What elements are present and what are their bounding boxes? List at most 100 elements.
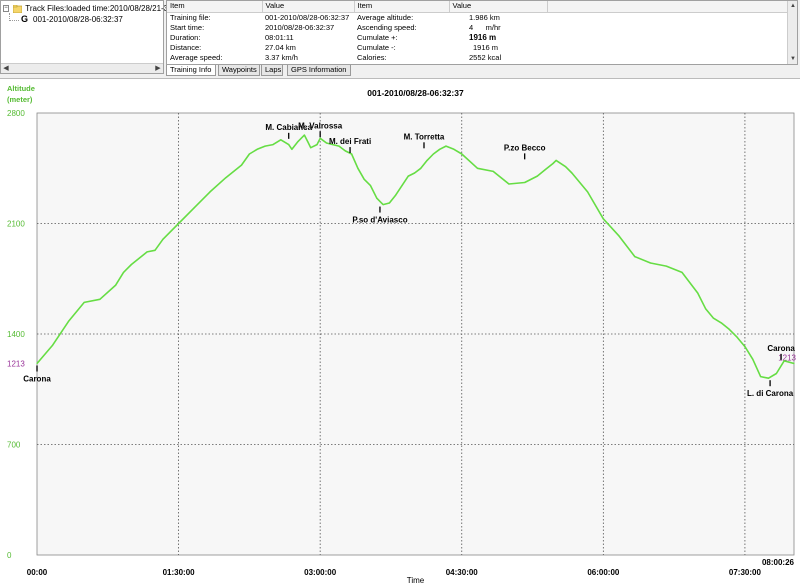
value-cell: 001-2010/08/28-06:32:37 <box>265 12 350 22</box>
x-tick-label: 07:30:00 <box>729 568 762 577</box>
app-window: − Track Files:loaded time:2010/08/28/21-… <box>0 0 800 585</box>
altitude-point <box>555 159 557 161</box>
item-cell: Calories: <box>357 52 387 62</box>
altitude-point <box>767 377 770 379</box>
track-files-tree[interactable]: − Track Files:loaded time:2010/08/28/21-… <box>0 0 173 74</box>
track-icon: G <box>21 14 29 25</box>
scroll-down-icon[interactable]: ▼ <box>788 54 797 64</box>
table-row: Training file: 001-2010/08/28-06:32:37 A… <box>167 12 787 23</box>
altitude-point <box>225 177 227 179</box>
altitude-point <box>115 284 117 286</box>
x-tick-label: 03:00:00 <box>304 568 337 577</box>
waypoint-label: M. Valrossa <box>298 121 343 130</box>
altitude-point <box>728 328 730 330</box>
table-row: Distance: 27.04 km Cumulate -: 1916 m <box>167 43 787 53</box>
altitude-point <box>736 336 738 338</box>
tree-child-label: 001-2010/08/28-06:32:37 <box>33 15 123 24</box>
tab-waypoints[interactable]: Waypoints <box>218 65 260 76</box>
altitude-point <box>552 162 554 165</box>
altitude-point <box>382 203 384 206</box>
scroll-right-icon[interactable]: ▶ <box>153 64 163 74</box>
altitude-point <box>704 308 707 310</box>
altitude-point <box>154 249 156 251</box>
item-cell: Distance: <box>170 42 202 52</box>
altitude-point <box>344 150 346 152</box>
tree-horizontal-scrollbar[interactable]: ◀ ▶ <box>1 63 163 73</box>
altitude-point <box>67 320 70 322</box>
waypoint-label: L. di Carona <box>747 389 794 398</box>
table-row: Start time: 2010/08/28-06:32:37 Ascendin… <box>167 23 787 33</box>
altitude-point <box>564 166 567 168</box>
collapse-toggle-icon[interactable]: − <box>3 5 9 13</box>
altitude-point <box>439 148 441 150</box>
waypoint-label: M. Torretta <box>404 132 445 141</box>
start-value-label: 1213 <box>7 360 25 369</box>
altitude-point <box>240 164 243 166</box>
tree-child-item[interactable]: G 001-2010/08/28-06:32:37 <box>21 14 123 25</box>
altitude-point <box>256 148 258 150</box>
tab-gps-information[interactable]: GPS Information <box>287 65 351 76</box>
altitude-point <box>720 322 722 324</box>
altitude-point <box>775 372 777 375</box>
altitude-point <box>744 346 746 348</box>
altitude-point <box>303 134 306 136</box>
altitude-point <box>445 145 447 147</box>
altitude-point <box>319 137 321 139</box>
altitude-point <box>401 185 403 187</box>
altitude-point <box>193 207 195 209</box>
item-cell: Average altitude: <box>357 12 414 22</box>
tree-root-item[interactable]: − Track Files:loaded time:2010/08/28/21-… <box>3 3 173 14</box>
altitude-chart: 001-2010/08/28-06:32:37 Altitude (meter) Ti… <box>7 84 797 585</box>
waypoint-label: P.so d'Aviasco <box>352 216 407 225</box>
altitude-point <box>291 148 293 150</box>
item-cell: Start time: <box>170 22 205 32</box>
item-cell: Average speed: <box>170 52 223 62</box>
scroll-up-icon[interactable]: ▲ <box>788 1 797 11</box>
altitude-point <box>665 265 667 267</box>
value-cell: 3.37 km/h <box>265 52 298 62</box>
altitude-point <box>432 153 435 155</box>
altitude-point <box>122 271 125 274</box>
altitude-point <box>130 263 132 266</box>
altitude-point <box>288 143 290 146</box>
tab-laps[interactable]: Laps <box>261 65 283 76</box>
altitude-point <box>681 271 683 274</box>
altitude-point <box>476 167 479 169</box>
column-header[interactable]: Value <box>449 1 548 13</box>
altitude-point <box>316 143 318 146</box>
altitude-point <box>357 167 359 169</box>
tab-training-info[interactable]: Training Info <box>166 65 216 76</box>
altitude-point <box>376 197 378 199</box>
altitude-point <box>649 262 652 264</box>
x-tick-label: 00:00 <box>27 568 48 577</box>
tree-root-label: Track Files:loaded time:2010/08/28/21-39 <box>25 4 173 13</box>
item-cell: Duration: <box>170 32 201 42</box>
waypoint-label: M. dei Frati <box>329 137 371 146</box>
altitude-point <box>697 292 699 294</box>
altitude-point <box>363 178 365 180</box>
table-row: Average speed: 3.37 km/h Calories: 2552 … <box>167 53 787 63</box>
scroll-left-icon[interactable]: ◀ <box>1 64 11 74</box>
altitude-point <box>146 251 148 253</box>
altitude-point <box>793 362 795 365</box>
value-cell: 4 m/hr <box>469 22 501 32</box>
altitude-point <box>426 159 428 161</box>
altitude-point <box>297 140 299 143</box>
altitude-point <box>388 202 390 204</box>
altitude-point <box>413 172 416 174</box>
column-header-filler <box>547 1 788 13</box>
altitude-point <box>536 175 538 177</box>
altitude-point <box>99 298 101 300</box>
info-vertical-scrollbar[interactable]: ▲ ▼ <box>787 1 797 64</box>
altitude-point <box>351 153 353 155</box>
tree-connector <box>9 20 19 21</box>
waypoint-label: Carona <box>23 375 51 384</box>
altitude-point <box>395 194 397 196</box>
altitude-point <box>492 170 494 173</box>
column-header[interactable]: Item <box>167 1 263 13</box>
table-header-row: Item Value Item Value <box>167 1 788 13</box>
altitude-point <box>461 153 463 155</box>
column-header[interactable]: Item <box>354 1 450 13</box>
column-header[interactable]: Value <box>262 1 355 13</box>
altitude-point <box>407 175 409 177</box>
